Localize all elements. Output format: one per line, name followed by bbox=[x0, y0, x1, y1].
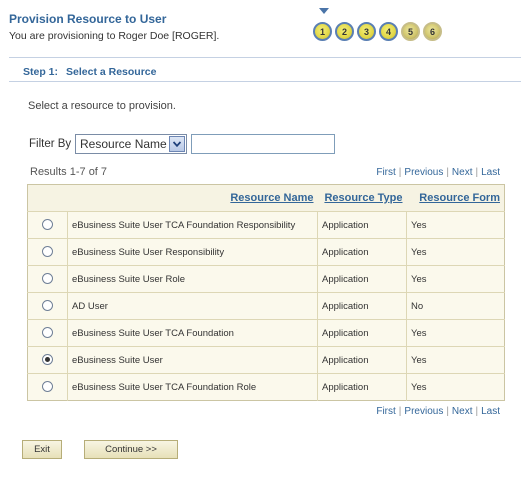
pager-top: First | Previous | Next | Last bbox=[376, 167, 500, 178]
resource-type-cell: Application bbox=[317, 238, 407, 266]
column-header-resource-form[interactable]: Resource Form bbox=[406, 184, 505, 212]
train-step-2: 2 bbox=[335, 22, 354, 41]
radio-cell bbox=[27, 346, 68, 374]
pager-bottom: First | Previous | Next | Last bbox=[376, 406, 500, 417]
resource-name-cell: eBusiness Suite User bbox=[67, 346, 318, 374]
pager-last-link[interactable]: Last bbox=[481, 406, 500, 417]
filter-text-input[interactable] bbox=[191, 134, 335, 154]
resource-type-cell: Application bbox=[317, 265, 407, 293]
step-number-label: Step 1: bbox=[23, 66, 59, 78]
resource-form-cell: Yes bbox=[406, 265, 505, 293]
resource-radio[interactable] bbox=[42, 273, 53, 285]
exit-button[interactable]: Exit bbox=[22, 440, 62, 459]
pager-previous-link[interactable]: Previous bbox=[404, 167, 443, 178]
train-step-5: 5 bbox=[401, 22, 420, 41]
table-header-row: Resource Name Resource Type Resource For… bbox=[27, 184, 505, 212]
step-train: 1 2 3 4 5 6 bbox=[313, 22, 442, 41]
pager-next-link[interactable]: Next bbox=[452, 406, 473, 417]
column-header-resource-type-label[interactable]: Resource Type bbox=[324, 192, 402, 204]
resource-radio[interactable] bbox=[42, 327, 53, 339]
train-step-1[interactable]: 1 bbox=[313, 22, 332, 41]
radio-cell bbox=[27, 238, 68, 266]
header-divider bbox=[9, 57, 521, 58]
resource-radio[interactable] bbox=[42, 381, 53, 393]
train-step-3-number: 3 bbox=[363, 26, 369, 37]
resource-form-cell: No bbox=[406, 292, 505, 320]
table-row: eBusiness Suite User Responsibility Appl… bbox=[27, 238, 505, 266]
table-row: eBusiness Suite User TCA Foundation Resp… bbox=[27, 211, 505, 239]
resource-form-cell: Yes bbox=[406, 373, 505, 401]
radio-cell bbox=[27, 292, 68, 320]
table-row: eBusiness Suite User TCA Foundation Role… bbox=[27, 373, 505, 401]
pager-previous-link[interactable]: Previous bbox=[404, 406, 443, 417]
train-step-4-number: 4 bbox=[385, 26, 391, 37]
resource-form-cell: Yes bbox=[406, 319, 505, 347]
column-header-resource-type[interactable]: Resource Type bbox=[317, 184, 407, 212]
resource-form-cell: Yes bbox=[406, 211, 505, 239]
resource-type-cell: Application bbox=[317, 346, 407, 374]
step-divider bbox=[9, 81, 521, 82]
radio-cell bbox=[27, 265, 68, 293]
page-title: Provision Resource to User bbox=[9, 12, 167, 26]
resource-name-cell: eBusiness Suite User TCA Foundation Role bbox=[67, 373, 318, 401]
resource-name-cell: AD User bbox=[67, 292, 318, 320]
resource-name-cell: eBusiness Suite User Role bbox=[67, 265, 318, 293]
train-step-1-number: 1 bbox=[319, 26, 325, 37]
column-header-resource-name[interactable]: Resource Name bbox=[67, 184, 318, 212]
resource-form-cell: Yes bbox=[406, 238, 505, 266]
resource-radio-selected[interactable] bbox=[42, 354, 53, 366]
page-subtitle: You are provisioning to Roger Doe [ROGER… bbox=[9, 30, 220, 42]
continue-button[interactable]: Continue >> bbox=[84, 440, 178, 459]
filter-label: Filter By bbox=[29, 138, 72, 150]
table-row: AD User Application No bbox=[27, 292, 505, 320]
resource-table: Resource Name Resource Type Resource For… bbox=[27, 184, 505, 401]
select-column-header bbox=[27, 184, 68, 212]
resource-radio[interactable] bbox=[42, 300, 53, 312]
resource-radio[interactable] bbox=[42, 246, 53, 258]
table-row: eBusiness Suite User Application Yes bbox=[27, 346, 505, 374]
instruction-text: Select a resource to provision. bbox=[28, 100, 176, 112]
pager-next-link[interactable]: Next bbox=[452, 167, 473, 178]
step-heading: Step 1: Select a Resource bbox=[23, 66, 156, 78]
table-row: eBusiness Suite User Role Application Ye… bbox=[27, 265, 505, 293]
train-step-6: 6 bbox=[423, 22, 442, 41]
filter-by-select[interactable]: Resource Name bbox=[75, 134, 187, 154]
column-header-resource-form-label[interactable]: Resource Form bbox=[419, 192, 500, 204]
radio-cell bbox=[27, 373, 68, 401]
resource-name-cell: eBusiness Suite User TCA Foundation bbox=[67, 319, 318, 347]
train-step-6-number: 6 bbox=[429, 26, 435, 37]
resource-type-cell: Application bbox=[317, 319, 407, 347]
train-step-3: 3 bbox=[357, 22, 376, 41]
radio-cell bbox=[27, 319, 68, 347]
train-step-5-number: 5 bbox=[407, 26, 413, 37]
pager-first-link[interactable]: First bbox=[376, 406, 395, 417]
current-step-marker-icon bbox=[319, 8, 329, 14]
radio-cell bbox=[27, 211, 68, 239]
resource-name-cell: eBusiness Suite User TCA Foundation Resp… bbox=[67, 211, 318, 239]
results-count: Results 1-7 of 7 bbox=[30, 166, 108, 178]
train-step-4: 4 bbox=[379, 22, 398, 41]
resource-type-cell: Application bbox=[317, 292, 407, 320]
resource-type-cell: Application bbox=[317, 211, 407, 239]
table-row: eBusiness Suite User TCA Foundation Appl… bbox=[27, 319, 505, 347]
train-step-2-number: 2 bbox=[341, 26, 347, 37]
resource-radio[interactable] bbox=[42, 219, 53, 231]
filter-select-value: Resource Name bbox=[80, 137, 167, 151]
resource-name-cell: eBusiness Suite User Responsibility bbox=[67, 238, 318, 266]
column-header-resource-name-label[interactable]: Resource Name bbox=[230, 192, 313, 204]
resource-type-cell: Application bbox=[317, 373, 407, 401]
resource-form-cell: Yes bbox=[406, 346, 505, 374]
chevron-down-icon[interactable] bbox=[169, 136, 185, 152]
pager-last-link[interactable]: Last bbox=[481, 167, 500, 178]
pager-first-link[interactable]: First bbox=[376, 167, 395, 178]
step-title: Select a Resource bbox=[66, 66, 157, 78]
